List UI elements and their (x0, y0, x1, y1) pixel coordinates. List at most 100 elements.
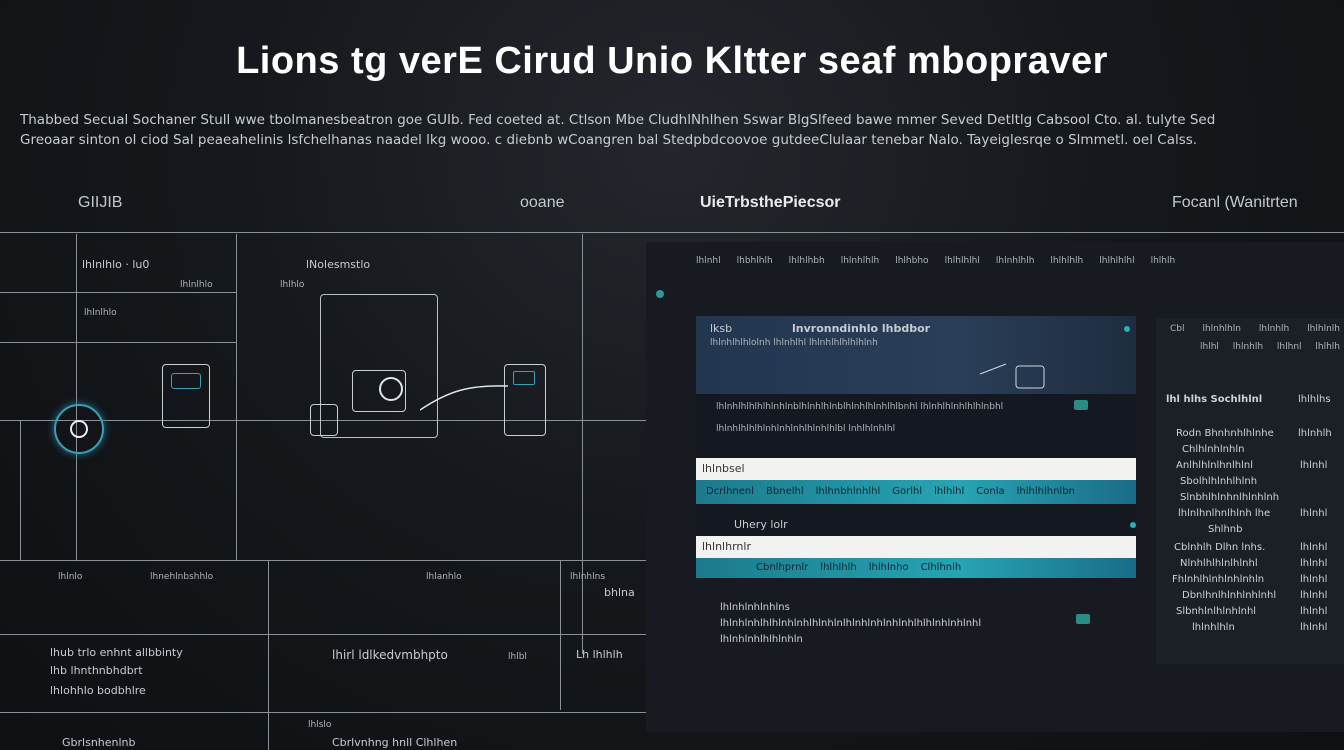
node-2-label: lNolesmstlo (306, 258, 371, 271)
side-row-value: lhlnhl (1300, 606, 1328, 617)
topbar-item[interactable]: lhlhlhbh (789, 256, 825, 270)
card-body-line: lhlnhlhlhlhlnhlnhlnhlhlnhlhlbl lnhlhlnhl… (716, 424, 896, 434)
search-input[interactable]: lhlnbsel (696, 458, 1136, 480)
topbar-item[interactable]: lhlhlh (1151, 256, 1176, 270)
server-icon (162, 364, 210, 428)
filter-chip[interactable]: Conla (976, 480, 1004, 504)
filter-chip[interactable]: Clhlhnlh (921, 558, 962, 578)
section-dot-icon (1130, 522, 1136, 528)
side-row-label[interactable]: Fhlnhlhlnhlnhlnhln (1172, 574, 1264, 585)
side-header-2: lhlhl lhlnhlh lhlhnl lhlhlh (1200, 342, 1340, 352)
intro-text: Thabbed Secual Sochaner Stull wwe tbolma… (20, 110, 1330, 150)
filter-chip[interactable]: Dcrlhnenl (706, 480, 754, 504)
status-dot-icon (656, 290, 664, 298)
side-row-label[interactable]: Chlhlnhlnhln (1182, 444, 1244, 455)
result-row[interactable]: lhlnhlnhlhlhlnhln (720, 634, 803, 645)
grid-line (0, 634, 648, 635)
speaker-icon (310, 404, 338, 436)
side-row-label[interactable]: Slnbhlhlnhnlhlnhlnh (1180, 492, 1279, 503)
node-1-sub: lhlnlhlo (180, 280, 213, 290)
filter-chip[interactable]: lhlhnbhlnhlhl (816, 480, 881, 504)
section-label: Uhery lolr (734, 518, 788, 531)
side-header-item: Cbl (1170, 324, 1185, 334)
grid-line (268, 560, 269, 750)
grid-line (76, 234, 77, 560)
side-header-item: lhlnhlh (1258, 324, 1290, 334)
result-row[interactable]: lhlnhlnhlhlhlnhlnhlhlnhlnlhlnhlnhlnhlnhl… (720, 618, 981, 629)
side-header-item: lhlnhlh (1232, 342, 1264, 352)
side-row-value: lhlnhl (1300, 542, 1328, 553)
node-1-sub: lhlnlhlo (84, 308, 117, 318)
grid-line (0, 292, 236, 293)
side-row-label[interactable]: Shlhnb (1208, 524, 1243, 535)
grid-line (560, 560, 561, 710)
line-sketch-icon (979, 363, 1045, 389)
camera-icon (352, 370, 406, 412)
filter-chip[interactable]: lhlhlhlh (820, 558, 856, 578)
side-row-label[interactable]: Sbolhlhlnhlhlnh (1180, 476, 1257, 487)
grid-label: lhnehlnbshhlo (150, 572, 214, 582)
filter-chip[interactable]: Gorlhl (892, 480, 922, 504)
side-header-item: lhlnhlhln (1202, 324, 1241, 334)
page-title: Lions tg verE Cirud Unio Kltter seaf mbo… (236, 40, 1108, 82)
topbar-item[interactable]: lhlhbho (895, 256, 928, 270)
lower-right-label: Lh lhlhlh (576, 648, 623, 661)
topbar-item[interactable]: lhbhlhlh (737, 256, 773, 270)
intro-line-2: Greoaar sinton ol ciod Sal peaeahelinis … (20, 132, 1198, 148)
grid-line (0, 342, 236, 343)
side-row-label[interactable]: lhlnhlhln (1192, 622, 1235, 633)
bottom-left-label: Gbrlsnhenlnb (62, 736, 136, 749)
lower-list-item: lhb lhnthnbhdbrt (50, 664, 143, 677)
side-row-label[interactable]: Dbnlhnlhlnhlnhlnhl (1182, 590, 1276, 601)
filter-chip[interactable]: Cbnlhprnlr (756, 558, 808, 578)
card-header: lksb lnvronndinhlo lhbdbor lhlnhlhlhloln… (696, 316, 1136, 394)
side-header-item: lhlhl (1200, 342, 1219, 352)
filter-chip[interactable]: lhlhlnho (869, 558, 909, 578)
result-row[interactable]: lhlnhlnhlnhlns (720, 602, 790, 613)
side-header-item: lhlhlnlh (1307, 324, 1340, 334)
topbar-item[interactable]: lhlnhlhlh (841, 256, 880, 270)
bottom-mid-label: Cbrlvnhng hnll Clhlhen (332, 736, 458, 749)
grid-tag: bhlna (604, 586, 635, 599)
side-row-label[interactable]: Cblnhlh Dlhn lnhs. (1174, 542, 1265, 553)
divider-line (0, 232, 1344, 233)
side-row-value: lhlnhl (1300, 508, 1328, 519)
card-body-line: lhlnhlhlhlhlhlnhlnblhlnhlhlnblhlnhlhlnhl… (716, 402, 1004, 412)
card-header-left: lksb (710, 322, 733, 335)
side-header-item: lhlhlh (1315, 342, 1340, 352)
column-header-1: GIIJIB (78, 194, 123, 211)
lower-mid-tag: lhlbl (508, 652, 527, 662)
topbar-item[interactable]: lhlhlhlhl (1099, 256, 1134, 270)
topbar-item[interactable]: lhlhlhlh (1050, 256, 1083, 270)
card-header-sub: lhlnhlhlhlolnh lhlnhlhl lhlnhlhlhlhlhlnh (710, 338, 878, 348)
filter-chip[interactable]: lhlhlhl (934, 480, 964, 504)
node-2-sub: lhlhlo (280, 280, 305, 290)
tag-icon (1076, 614, 1090, 624)
topbar-item[interactable]: lhlhlhlhl (945, 256, 980, 270)
topbar-item[interactable]: lhlnhlhlh (996, 256, 1035, 270)
query-input[interactable]: lhlnlhrnlr (696, 536, 1136, 558)
refresh-icon[interactable] (1124, 326, 1130, 332)
filter-chip[interactable]: lhlhlhlhnlbn (1017, 480, 1075, 504)
side-row-label[interactable]: Rodn Bhnhnhlhlnhe (1176, 428, 1274, 439)
card-header-title: lnvronndinhlo lhbdbor (792, 322, 931, 335)
column-header-4: Focanl (Wanitrten (1172, 194, 1298, 211)
query-filter-bar: Cbnlhprnlr lhlhlhlh lhlhlnho Clhlhnlh (696, 558, 1136, 578)
side-section-title: lhl hlhs Sochlhlnl (1166, 394, 1263, 405)
side-row-label[interactable]: lhlnlhnlhnlhlnh lhe (1178, 508, 1270, 519)
side-row-label[interactable]: Slbnhlnlhlnhlnhl (1176, 606, 1256, 617)
node-1-label: lhlnlhlo · lu0 (82, 258, 150, 271)
side-row-value: lhlnhl (1300, 590, 1328, 601)
camera-lens-icon (54, 404, 104, 454)
side-section-value: lhlhlhs (1298, 394, 1331, 405)
side-row-label[interactable]: Nlnhlhlhlnlhlnhl (1180, 558, 1258, 569)
grid-label: lhlanhlo (426, 572, 462, 582)
side-header: Cbl lhlnhlhln lhlnhlh lhlhlnlh (1170, 324, 1340, 334)
grid-label: lhlnhlns (570, 572, 606, 582)
side-row-value: lhlnhl (1300, 460, 1328, 471)
filter-chip[interactable]: Bbnelhl (766, 480, 804, 504)
side-row-value: lhlnhlh (1298, 428, 1332, 439)
bottom-small-label: lhlslo (308, 720, 332, 730)
topbar-item[interactable]: lhlnhl (696, 256, 721, 270)
side-row-label[interactable]: Anlhlhlnlhnlhlnl (1176, 460, 1253, 471)
